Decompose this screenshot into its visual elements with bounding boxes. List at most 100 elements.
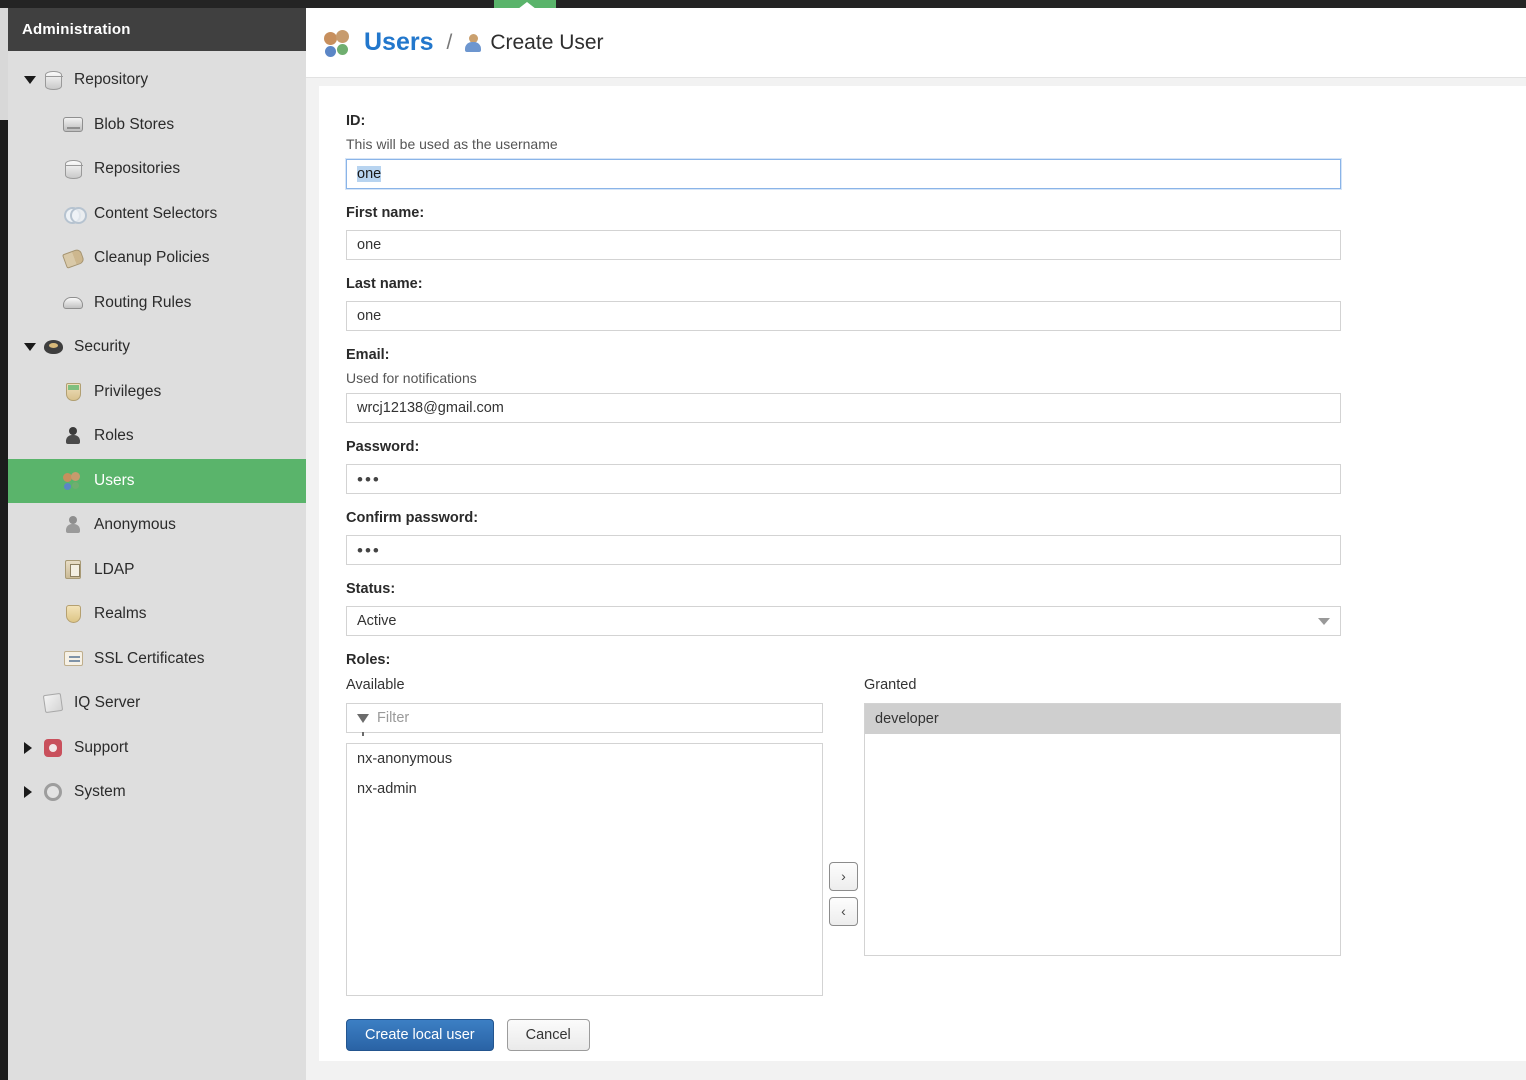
sidebar-item-label: Users [94,471,135,489]
field-confirm-password: Confirm password: ••• [346,510,1499,565]
password-label: Password: [346,439,420,455]
repositories-icon [62,158,84,180]
breadcrumb-separator: / [446,30,453,54]
password-input[interactable]: ••• [346,464,1341,494]
add-role-button[interactable]: › [829,861,858,891]
support-icon-glyph [44,738,62,757]
sidebar-item-iq-server[interactable]: IQ Server [8,681,306,726]
sidebar-item-label: IQ Server [74,694,141,712]
security-icon-glyph [43,340,63,355]
field-status: Status: Active [346,581,1499,636]
sidebar-item-privileges[interactable]: Privileges [8,370,306,415]
sidebar-item-label: Realms [94,605,147,623]
granted-header: Granted [864,677,917,693]
sidebar-item-label: Privileges [94,382,162,400]
sidebar-item-content-selectors[interactable]: Content Selectors [8,192,306,237]
available-header: Available [346,677,405,693]
chevron-right-icon[interactable] [24,741,32,754]
sidebar-item-security[interactable]: Security [8,325,306,370]
database-icon [42,69,64,91]
sidebar-item-support[interactable]: Support [8,726,306,771]
available-roles-list[interactable]: nx-anonymous nx-admin [346,743,823,996]
users-icon-glyph [63,471,83,490]
routing-rules-icon-glyph [63,296,83,309]
system-gear-icon-glyph [44,783,62,802]
roles-icon-glyph [66,427,80,445]
ssl-certificate-icon-glyph [63,651,83,667]
sidebar-item-label: Routing Rules [94,293,192,311]
last-name-label: Last name: [346,276,423,292]
status-value: Active [357,613,397,629]
content-area: ID: This will be used as the username on… [306,79,1526,1080]
id-input[interactable]: one [346,159,1341,189]
remove-role-button[interactable]: ‹ [829,896,858,926]
create-local-user-button[interactable]: Create local user [346,1019,494,1051]
list-item[interactable]: nx-admin [347,774,822,804]
anonymous-icon-glyph [66,516,80,534]
ssl-certificate-icon [62,648,84,670]
sidebar-item-system[interactable]: System [8,770,306,815]
realms-shield-icon [62,603,84,625]
sidebar-item-roles[interactable]: Roles [8,414,306,459]
sidebar-item-anonymous[interactable]: Anonymous [8,503,306,548]
system-gear-icon [42,781,64,803]
ldap-icon-glyph [65,560,81,580]
sidebar-item-label: Repositories [94,160,181,178]
sidebar-item-routing-rules[interactable]: Routing Rules [8,281,306,326]
id-label: ID: [346,113,366,129]
sidebar-item-cleanup-policies[interactable]: Cleanup Policies [8,236,306,281]
granted-roles-list[interactable]: developer [864,703,1341,956]
anonymous-icon [62,514,84,536]
id-input-value: one [357,166,382,182]
sidebar-item-ssl-certificates[interactable]: SSL Certificates [8,637,306,682]
users-icon [62,470,84,492]
email-input[interactable]: wrcj12138@gmail.com [346,393,1341,423]
database-icon-glyph [44,70,63,90]
admin-sidebar: Administration Repository Blob Stores Repo… [8,8,306,1080]
roles-filter-input[interactable]: Filter [346,703,823,736]
last-name-input[interactable]: one [346,301,1341,331]
sidebar-item-label: Anonymous [94,516,176,534]
application-window: Administration Repository Blob Stores Repo… [0,0,1526,1080]
sidebar-item-ldap[interactable]: LDAP [8,548,306,593]
sidebar-item-repositories[interactable]: Repositories [8,147,306,192]
first-name-input[interactable]: one [346,230,1341,260]
status-label: Status: [346,581,396,597]
chevron-down-icon[interactable] [24,76,36,85]
main-panel: Users / Create User ID: This will be use… [306,8,1526,1080]
window-left-rail [0,8,8,1080]
iq-server-icon [42,692,64,714]
cancel-button[interactable]: Cancel [506,1019,590,1051]
roles-filter-placeholder: Filter [377,710,410,726]
list-item[interactable]: nx-anonymous [347,744,822,774]
sidebar-item-label: Repository [74,71,149,89]
sidebar-item-label: SSL Certificates [94,649,205,667]
chevron-down-icon[interactable] [24,343,36,352]
id-hint: This will be used as the username [346,136,558,152]
create-user-form: ID: This will be used as the username on… [319,86,1526,1061]
breadcrumb-users-link[interactable]: Users [364,28,434,57]
roles-label: Roles: [346,652,391,668]
email-label: Email: [346,347,390,363]
browser-chrome-strip [0,0,1526,8]
security-icon [42,336,64,358]
status-select[interactable]: Active [346,606,1341,636]
field-first-name: First name: one [346,205,1499,260]
sidebar-item-label: Security [74,338,130,356]
sidebar-item-blob-stores[interactable]: Blob Stores [8,103,306,148]
roles-available-column: Available Filter nx-anonymous nx-admin [346,677,823,996]
chevron-down-icon[interactable] [1318,617,1330,625]
sidebar-item-realms[interactable]: Realms [8,592,306,637]
sidebar-item-label: Cleanup Policies [94,249,210,267]
sidebar-item-users[interactable]: Users [8,458,306,503]
confirm-password-value: ••• [357,540,381,560]
form-actions: Create local user Cancel [346,1019,1499,1051]
sidebar-item-repository[interactable]: Repository [8,58,306,103]
roles-icon [62,425,84,447]
blob-store-icon [62,114,84,136]
confirm-password-input[interactable]: ••• [346,535,1341,565]
users-icon [324,29,354,56]
repositories-icon-glyph [64,159,83,179]
chevron-right-icon[interactable] [24,786,32,799]
list-item[interactable]: developer [865,704,1340,734]
